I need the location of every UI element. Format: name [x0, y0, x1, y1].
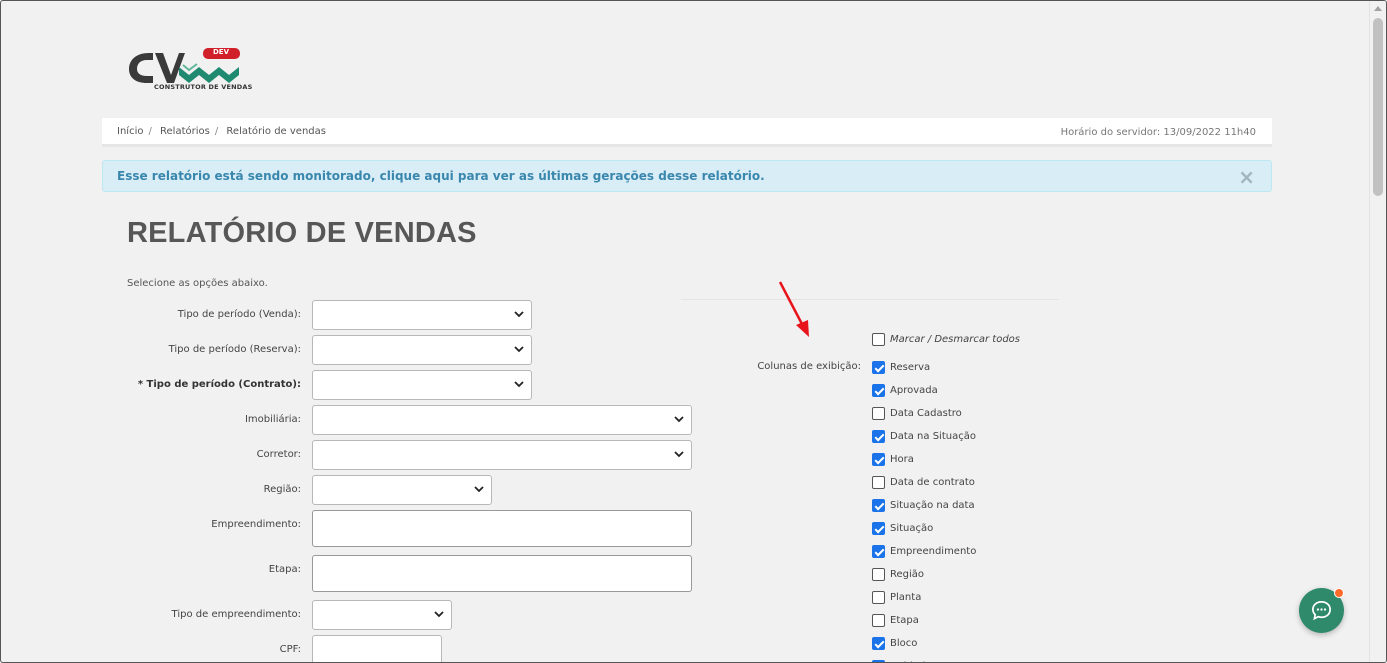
column-checkbox[interactable] — [872, 567, 885, 581]
red-arrow-icon — [778, 281, 809, 337]
column-checkbox[interactable] — [872, 452, 885, 466]
alert-text[interactable]: Esse relatório está sendo monitorado, cl… — [117, 169, 765, 183]
column-checkbox[interactable] — [872, 475, 885, 489]
select-tipo-empreendimento[interactable] — [312, 600, 452, 630]
etapa-multiselect[interactable] — [312, 555, 692, 592]
chevron-down-icon — [474, 486, 484, 493]
columns-label: Colunas de exibição: — [757, 361, 861, 372]
breadcrumb: Início / Relatórios / Relatório de vendas — [117, 126, 326, 137]
column-label[interactable]: Região — [890, 569, 924, 580]
column-option[interactable]: Reserva — [872, 360, 930, 374]
monitoring-alert[interactable]: Esse relatório está sendo monitorado, cl… — [102, 160, 1272, 192]
column-label[interactable]: Hora — [890, 454, 914, 465]
label-tipo-periodo-venda: Tipo de período (Venda): — [177, 309, 301, 320]
label-etapa: Etapa: — [268, 564, 301, 575]
column-label[interactable]: Aprovada — [890, 385, 938, 396]
column-option[interactable]: Planta — [872, 590, 921, 604]
notification-dot — [1334, 588, 1344, 598]
logo-subtitle: CONSTRUTOR DE VENDAS — [154, 83, 253, 91]
toggle-all-row[interactable]: Marcar / Desmarcar todos — [872, 332, 1020, 346]
divider — [681, 299, 1059, 300]
column-checkbox[interactable] — [872, 659, 885, 662]
dev-badge: DEV — [213, 48, 230, 56]
label-imobiliaria: Imobiliária: — [244, 414, 301, 425]
browser-viewport: DEV CONSTRUTOR DE VENDAS Início / Relatór… — [0, 0, 1387, 663]
column-checkbox[interactable] — [872, 521, 885, 535]
column-option[interactable]: Data de contrato — [872, 475, 975, 489]
scroll-thumb[interactable] — [1373, 18, 1383, 196]
column-checkbox[interactable] — [872, 590, 885, 604]
select-tipo-periodo-venda[interactable] — [312, 300, 532, 330]
column-label[interactable]: Bloco — [890, 638, 917, 649]
column-label[interactable]: Planta — [890, 592, 921, 603]
chevron-down-icon — [514, 346, 524, 353]
column-checkbox[interactable] — [872, 498, 885, 512]
toggle-all-checkbox[interactable] — [872, 332, 885, 346]
column-label[interactable]: Etapa — [890, 615, 919, 626]
column-option[interactable]: Região — [872, 567, 924, 581]
column-option[interactable]: Data na Situação — [872, 429, 976, 443]
select-tipo-periodo-contrato[interactable] — [312, 370, 532, 400]
chevron-down-icon — [674, 416, 684, 423]
column-option[interactable]: Aprovada — [872, 383, 938, 397]
page-title: RELATÓRIO DE VENDAS — [127, 217, 477, 249]
cpf-input[interactable] — [312, 635, 442, 662]
column-label[interactable]: Empreendimento — [890, 546, 976, 557]
scroll-up-icon[interactable] — [1374, 6, 1382, 11]
breadcrumb-current: Relatório de vendas — [226, 126, 326, 137]
column-option[interactable]: Etapa — [872, 613, 919, 627]
column-label[interactable]: Data de contrato — [890, 477, 975, 488]
column-label[interactable]: Situação na data — [890, 500, 975, 511]
column-option[interactable]: Unidade — [872, 659, 931, 662]
label-tipo-periodo-reserva: Tipo de período (Reserva): — [168, 344, 301, 355]
chevron-down-icon — [434, 611, 444, 618]
breadcrumb-reports[interactable]: Relatórios — [160, 126, 210, 137]
chevron-down-icon — [514, 311, 524, 318]
intro-text: Selecione as opções abaixo. — [127, 278, 268, 289]
column-checkbox[interactable] — [872, 613, 885, 627]
empreendimento-multiselect[interactable] — [312, 510, 692, 547]
column-checkbox[interactable] — [872, 406, 885, 420]
column-label[interactable]: Data Cadastro — [890, 408, 962, 419]
label-tipo-periodo-contrato: * Tipo de período (Contrato): — [137, 379, 301, 390]
column-option[interactable]: Empreendimento — [872, 544, 976, 558]
column-option[interactable]: Hora — [872, 452, 914, 466]
breadcrumb-home[interactable]: Início — [117, 126, 143, 137]
label-regiao: Região: — [263, 484, 301, 495]
column-label[interactable]: Situação — [890, 523, 933, 534]
breadcrumb-bar: Início / Relatórios / Relatório de vendas … — [102, 118, 1272, 147]
label-cpf: CPF: — [279, 644, 301, 655]
close-icon[interactable]: × — [1238, 165, 1255, 189]
column-checkbox[interactable] — [872, 360, 885, 374]
label-corretor: Corretor: — [256, 449, 301, 460]
column-label[interactable]: Reserva — [890, 362, 930, 373]
select-tipo-periodo-reserva[interactable] — [312, 335, 532, 365]
vertical-scrollbar[interactable] — [1369, 1, 1386, 662]
column-option[interactable]: Data Cadastro — [872, 406, 962, 420]
toggle-all-label[interactable]: Marcar / Desmarcar todos — [890, 334, 1020, 345]
label-empreendimento: Empreendimento: — [211, 519, 301, 530]
select-regiao[interactable] — [312, 475, 492, 505]
select-imobiliaria[interactable] — [312, 405, 692, 435]
column-option[interactable]: Situação — [872, 521, 933, 535]
column-checkbox[interactable] — [872, 383, 885, 397]
chat-bubble-icon — [1312, 601, 1331, 621]
select-corretor[interactable] — [312, 440, 692, 470]
column-checkbox[interactable] — [872, 544, 885, 558]
column-label[interactable]: Data na Situação — [890, 431, 976, 442]
column-option[interactable]: Situação na data — [872, 498, 975, 512]
column-option[interactable]: Bloco — [872, 636, 917, 650]
chevron-down-icon — [674, 451, 684, 458]
label-tipo-empreendimento: Tipo de empreendimento: — [171, 609, 301, 620]
chevron-down-icon — [514, 381, 524, 388]
column-checkbox[interactable] — [872, 636, 885, 650]
server-time: Horário do servidor: 13/09/2022 11h40 — [1060, 127, 1256, 138]
column-checkbox[interactable] — [872, 429, 885, 443]
